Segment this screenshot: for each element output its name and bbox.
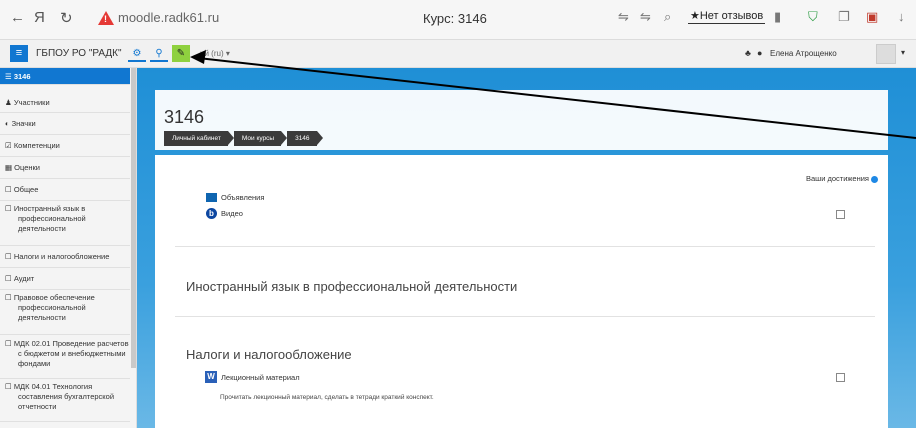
activity-announcements[interactable]: Объявления xyxy=(206,193,264,202)
folder-icon: ☐ xyxy=(5,339,14,348)
bookmark-icon[interactable]: ▮ xyxy=(774,9,781,25)
help-icon[interactable] xyxy=(871,175,879,183)
video-icon: b xyxy=(206,208,217,219)
collections-icon[interactable]: ❐ xyxy=(838,9,850,25)
language-menu[interactable]: ий (ru) ▾ xyxy=(200,49,230,58)
sidebar-item-competencies[interactable]: ☑ Компетенции xyxy=(0,135,130,157)
activity-video[interactable]: b Видео xyxy=(206,208,243,219)
sidebar-item-badges[interactable]: ◐ Значки xyxy=(0,113,130,135)
moodle-navbar: ≡ ГБПОУ РО "РАДК" ⚙ ⚲ ✎ ий (ru) ▾ ♣ ● Ел… xyxy=(0,40,916,68)
translate-icon[interactable]: ⇋ xyxy=(618,9,629,25)
badge-icon: ◐ xyxy=(5,119,12,128)
check-icon: ☑ xyxy=(5,141,14,150)
chevron-down-icon[interactable]: ▾ xyxy=(901,48,905,57)
extension-icon[interactable]: ▣ xyxy=(866,9,878,25)
reader-icon[interactable]: ⇋ xyxy=(640,9,651,25)
avatar[interactable] xyxy=(876,44,896,64)
user-name[interactable]: Елена Атрощенко xyxy=(770,49,837,58)
sidebar-item-course[interactable]: ☰ 3146 xyxy=(0,68,130,85)
users-icon: ♟ xyxy=(5,98,14,107)
breadcrumb: Личный кабинет Мои курсы 3146 xyxy=(164,131,324,146)
sidebar-item-general[interactable]: ☐ Общее xyxy=(0,179,130,201)
folder-icon: ☐ xyxy=(5,382,14,391)
warning-icon: ! xyxy=(98,10,114,25)
settings-icon[interactable]: ⚙ xyxy=(128,45,146,62)
sidebar-item-mdk-02[interactable]: ☐ МДК 02.01 Проведение расчетов с бюджет… xyxy=(0,339,130,379)
folder-icon: ☐ xyxy=(5,274,14,283)
page-title: Курс: 3146 xyxy=(423,11,487,26)
folder-icon: ☐ xyxy=(5,293,14,302)
sidebar-item-foreign-language[interactable]: ☐ Иностранный язык в профессиональной де… xyxy=(0,204,130,246)
folder-icon: ☐ xyxy=(5,185,14,194)
section-divider xyxy=(175,246,875,247)
shield-icon[interactable]: ⛉ xyxy=(808,9,818,25)
review-button[interactable]: ★Нет отзывов xyxy=(688,9,766,24)
sidebar-item-legal[interactable]: ☐ Правовое обеспечение профессиональной … xyxy=(0,293,130,335)
notifications-icon[interactable]: ♣ xyxy=(745,48,751,58)
reload-icon[interactable]: ↻ xyxy=(60,9,73,27)
sidebar-item-mdk-04[interactable]: ☐ МДК 04.01 Технология составления бухга… xyxy=(0,382,130,422)
yandex-logo-icon[interactable]: Я xyxy=(34,9,45,26)
menu-toggle-button[interactable]: ≡ xyxy=(10,45,28,62)
section-divider xyxy=(175,316,875,317)
table-icon: ▦ xyxy=(5,163,15,172)
sitemap-icon[interactable]: ⚲ xyxy=(150,45,168,62)
url-text: moodle.radk61.ru xyxy=(118,10,220,25)
address-bar[interactable]: ! moodle.radk61.ru xyxy=(98,10,219,25)
course-title: 3146 xyxy=(164,107,205,127)
folder-icon: ☐ xyxy=(5,204,14,213)
edit-mode-button[interactable]: ✎ xyxy=(172,45,190,62)
activity-lecture[interactable]: W Лекционный материал xyxy=(205,371,300,383)
sidebar-item-audit[interactable]: ☐ Аудит xyxy=(0,268,130,290)
sidebar-item-participants[interactable]: ♟ Участники xyxy=(0,93,130,113)
site-name-link[interactable]: ГБПОУ РО "РАДК" xyxy=(36,48,122,59)
search-icon[interactable]: ⌕ xyxy=(664,9,671,25)
messages-icon[interactable]: ● xyxy=(757,48,762,58)
breadcrumb-my-courses[interactable]: Мои курсы xyxy=(233,131,288,146)
browser-toolbar: ← Я ↻ ! moodle.radk61.ru Курс: 3146 ⇋ ⇋ … xyxy=(0,0,916,40)
word-document-icon: W xyxy=(205,371,217,383)
breadcrumb-course[interactable]: 3146 xyxy=(287,131,324,146)
folder-icon: ☐ xyxy=(5,252,14,261)
completion-checkbox[interactable] xyxy=(836,373,845,382)
back-arrow-icon[interactable]: ← xyxy=(10,9,25,26)
section-title-foreign: Иностранный язык в профессиональной деят… xyxy=(186,279,518,294)
section-title-taxes: Налоги и налогообложение xyxy=(186,347,352,362)
download-icon[interactable]: ↓ xyxy=(898,9,905,24)
sidebar-item-taxes[interactable]: ☐ Налоги и налогообложение xyxy=(0,246,130,268)
course-icon: ☰ xyxy=(5,72,14,81)
sidebar-item-grades[interactable]: ▦ Оценки xyxy=(0,157,130,179)
forum-icon xyxy=(206,193,217,202)
achievements-link[interactable]: Ваши достижения xyxy=(806,174,879,183)
completion-checkbox[interactable] xyxy=(836,210,845,219)
course-sidebar: ☰ 3146 ♟ Участники ◐ Значки ☑ Компетенци… xyxy=(0,68,137,428)
activity-description: Прочитать лекционный материал, сделать в… xyxy=(220,394,434,401)
breadcrumb-dashboard[interactable]: Личный кабинет xyxy=(164,131,234,146)
